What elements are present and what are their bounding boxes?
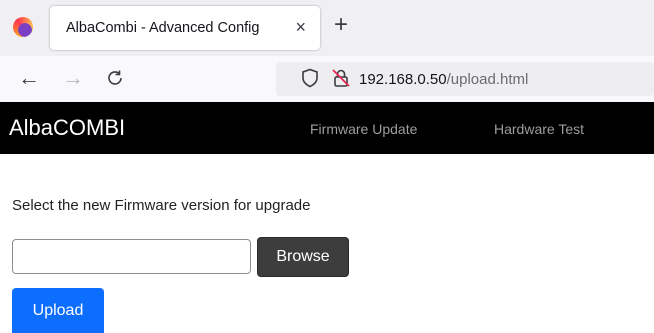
browse-button[interactable]: Browse xyxy=(257,237,349,277)
new-tab-icon[interactable]: + xyxy=(334,13,348,37)
forward-arrow-icon[interactable]: → xyxy=(62,66,84,90)
upload-button[interactable]: Upload xyxy=(12,288,104,333)
url-text[interactable]: 192.168.0.50/upload.html xyxy=(359,71,528,88)
insecure-lock-icon[interactable] xyxy=(331,68,351,93)
site-header: AlbaCOMBI Firmware Update Hardware Test xyxy=(0,102,654,154)
browser-tab-strip: AlbaCombi - Advanced Config × + xyxy=(0,0,654,56)
browser-nav-bar: ← → 192.168.0.50/upload.html xyxy=(0,56,654,102)
upload-prompt: Select the new Firmware version for upgr… xyxy=(12,197,311,214)
site-brand[interactable]: AlbaCOMBI xyxy=(9,115,125,141)
nav-link-hardware-test[interactable]: Hardware Test xyxy=(494,121,584,137)
shield-icon[interactable] xyxy=(301,68,319,93)
url-host: 192.168.0.50 xyxy=(359,71,447,88)
back-arrow-icon[interactable]: ← xyxy=(18,66,40,90)
nav-link-firmware-update[interactable]: Firmware Update xyxy=(310,121,417,137)
browser-tab[interactable]: AlbaCombi - Advanced Config × xyxy=(50,6,320,50)
url-path: /upload.html xyxy=(446,71,529,88)
tab-title: AlbaCombi - Advanced Config xyxy=(66,20,260,36)
reload-icon[interactable] xyxy=(106,66,124,92)
firefox-logo-icon xyxy=(13,17,33,37)
tab-close-icon[interactable]: × xyxy=(295,17,306,37)
file-path-input[interactable] xyxy=(12,239,251,274)
